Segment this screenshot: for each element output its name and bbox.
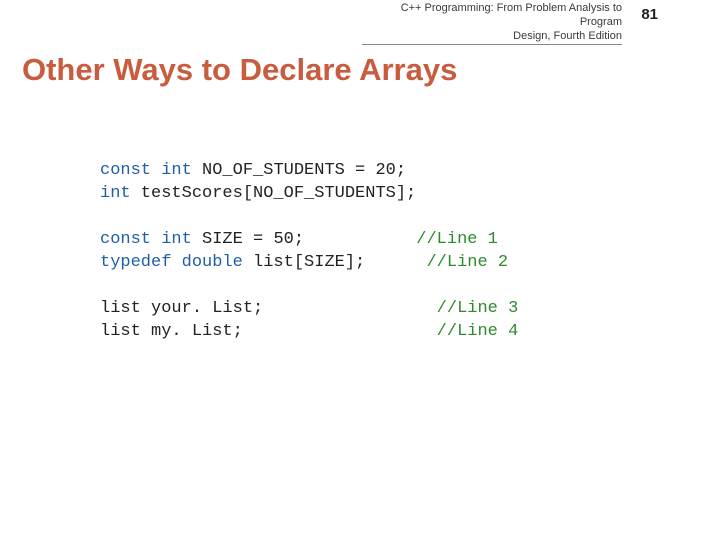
- code-text: SIZE = 50;: [192, 230, 304, 249]
- slide-title: Other Ways to Declare Arrays: [22, 52, 457, 88]
- book-title: C++ Programming: From Problem Analysis t…: [362, 2, 622, 45]
- code-comment: //Line 1: [416, 230, 498, 249]
- page-number: 81: [641, 6, 658, 23]
- code-text: list my. List;: [100, 322, 243, 341]
- code-comment: //Line 4: [437, 322, 519, 341]
- code-text: testScores[NO_OF_STUDENTS];: [131, 184, 417, 203]
- book-title-line1: C++ Programming: From Problem Analysis t…: [401, 2, 622, 28]
- code-keyword: const int: [100, 161, 192, 180]
- code-keyword: typedef double: [100, 253, 243, 272]
- code-text: list[SIZE];: [243, 253, 365, 272]
- code-text: NO_OF_STUDENTS = 20;: [192, 161, 406, 180]
- code-comment: //Line 2: [426, 253, 508, 272]
- code-keyword: const int: [100, 230, 192, 249]
- code-text: list your. List;: [100, 299, 263, 318]
- code-comment: //Line 3: [437, 299, 519, 318]
- code-example: const int NO_OF_STUDENTS = 20; int testS…: [100, 160, 518, 344]
- book-title-line2: Design, Fourth Edition: [513, 30, 622, 42]
- slide-header: C++ Programming: From Problem Analysis t…: [0, 2, 720, 45]
- code-keyword: int: [100, 184, 131, 203]
